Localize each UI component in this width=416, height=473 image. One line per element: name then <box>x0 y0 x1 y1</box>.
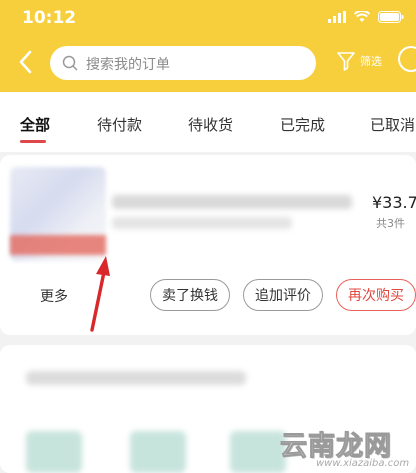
back-arrow-icon[interactable] <box>14 48 38 76</box>
more-link[interactable]: 更多 <box>40 286 68 306</box>
filter-button[interactable]: 筛选 <box>336 46 382 76</box>
wifi-icon <box>354 11 370 22</box>
order-search-input[interactable]: 搜索我的订单 <box>50 46 316 80</box>
search-icon <box>62 55 78 71</box>
blurred-title-line <box>112 217 292 229</box>
filter-icon <box>337 52 355 71</box>
buy-again-button[interactable]: 再次购买 <box>336 279 416 311</box>
blurred-product-image <box>26 431 82 473</box>
add-review-button[interactable]: 追加评价 <box>243 279 323 311</box>
blurred-product-image <box>230 431 286 473</box>
status-bar: 10:12 <box>0 0 416 38</box>
order-card[interactable]: ¥33.77 共3件 更多 卖了换钱 追加评价 再次购买 <box>0 155 416 335</box>
blurred-title-line <box>26 371 246 385</box>
tab-all[interactable]: 全部 <box>20 114 50 135</box>
status-time: 10:12 <box>22 8 77 28</box>
tab-pending-receipt[interactable]: 待收货 <box>188 114 233 135</box>
annotation-arrow-icon <box>90 256 110 332</box>
tab-completed[interactable]: 已完成 <box>280 114 325 135</box>
order-item-count: 共3件 <box>376 217 405 230</box>
filter-label: 筛选 <box>360 55 382 68</box>
blurred-title-line <box>112 195 352 209</box>
signal-icon <box>328 11 346 23</box>
app-header: 10:12 搜索我的订单 筛选 <box>0 0 416 92</box>
order-tabs: 全部 待付款 待收货 已完成 已取消 <box>0 92 416 152</box>
search-placeholder: 搜索我的订单 <box>86 57 170 73</box>
tab-pending-payment[interactable]: 待付款 <box>97 114 142 135</box>
tab-cancelled[interactable]: 已取消 <box>370 114 415 135</box>
nav-row: 搜索我的订单 筛选 <box>0 42 416 84</box>
order-price: ¥33.77 <box>372 193 416 212</box>
status-icons <box>328 11 404 23</box>
more-options-icon[interactable] <box>398 46 416 72</box>
watermark-url: www.xiazaiba.com <box>316 458 410 469</box>
active-tab-indicator <box>20 140 46 143</box>
blurred-product-image <box>130 431 186 473</box>
battery-icon <box>378 11 404 23</box>
sell-button[interactable]: 卖了换钱 <box>150 279 230 311</box>
